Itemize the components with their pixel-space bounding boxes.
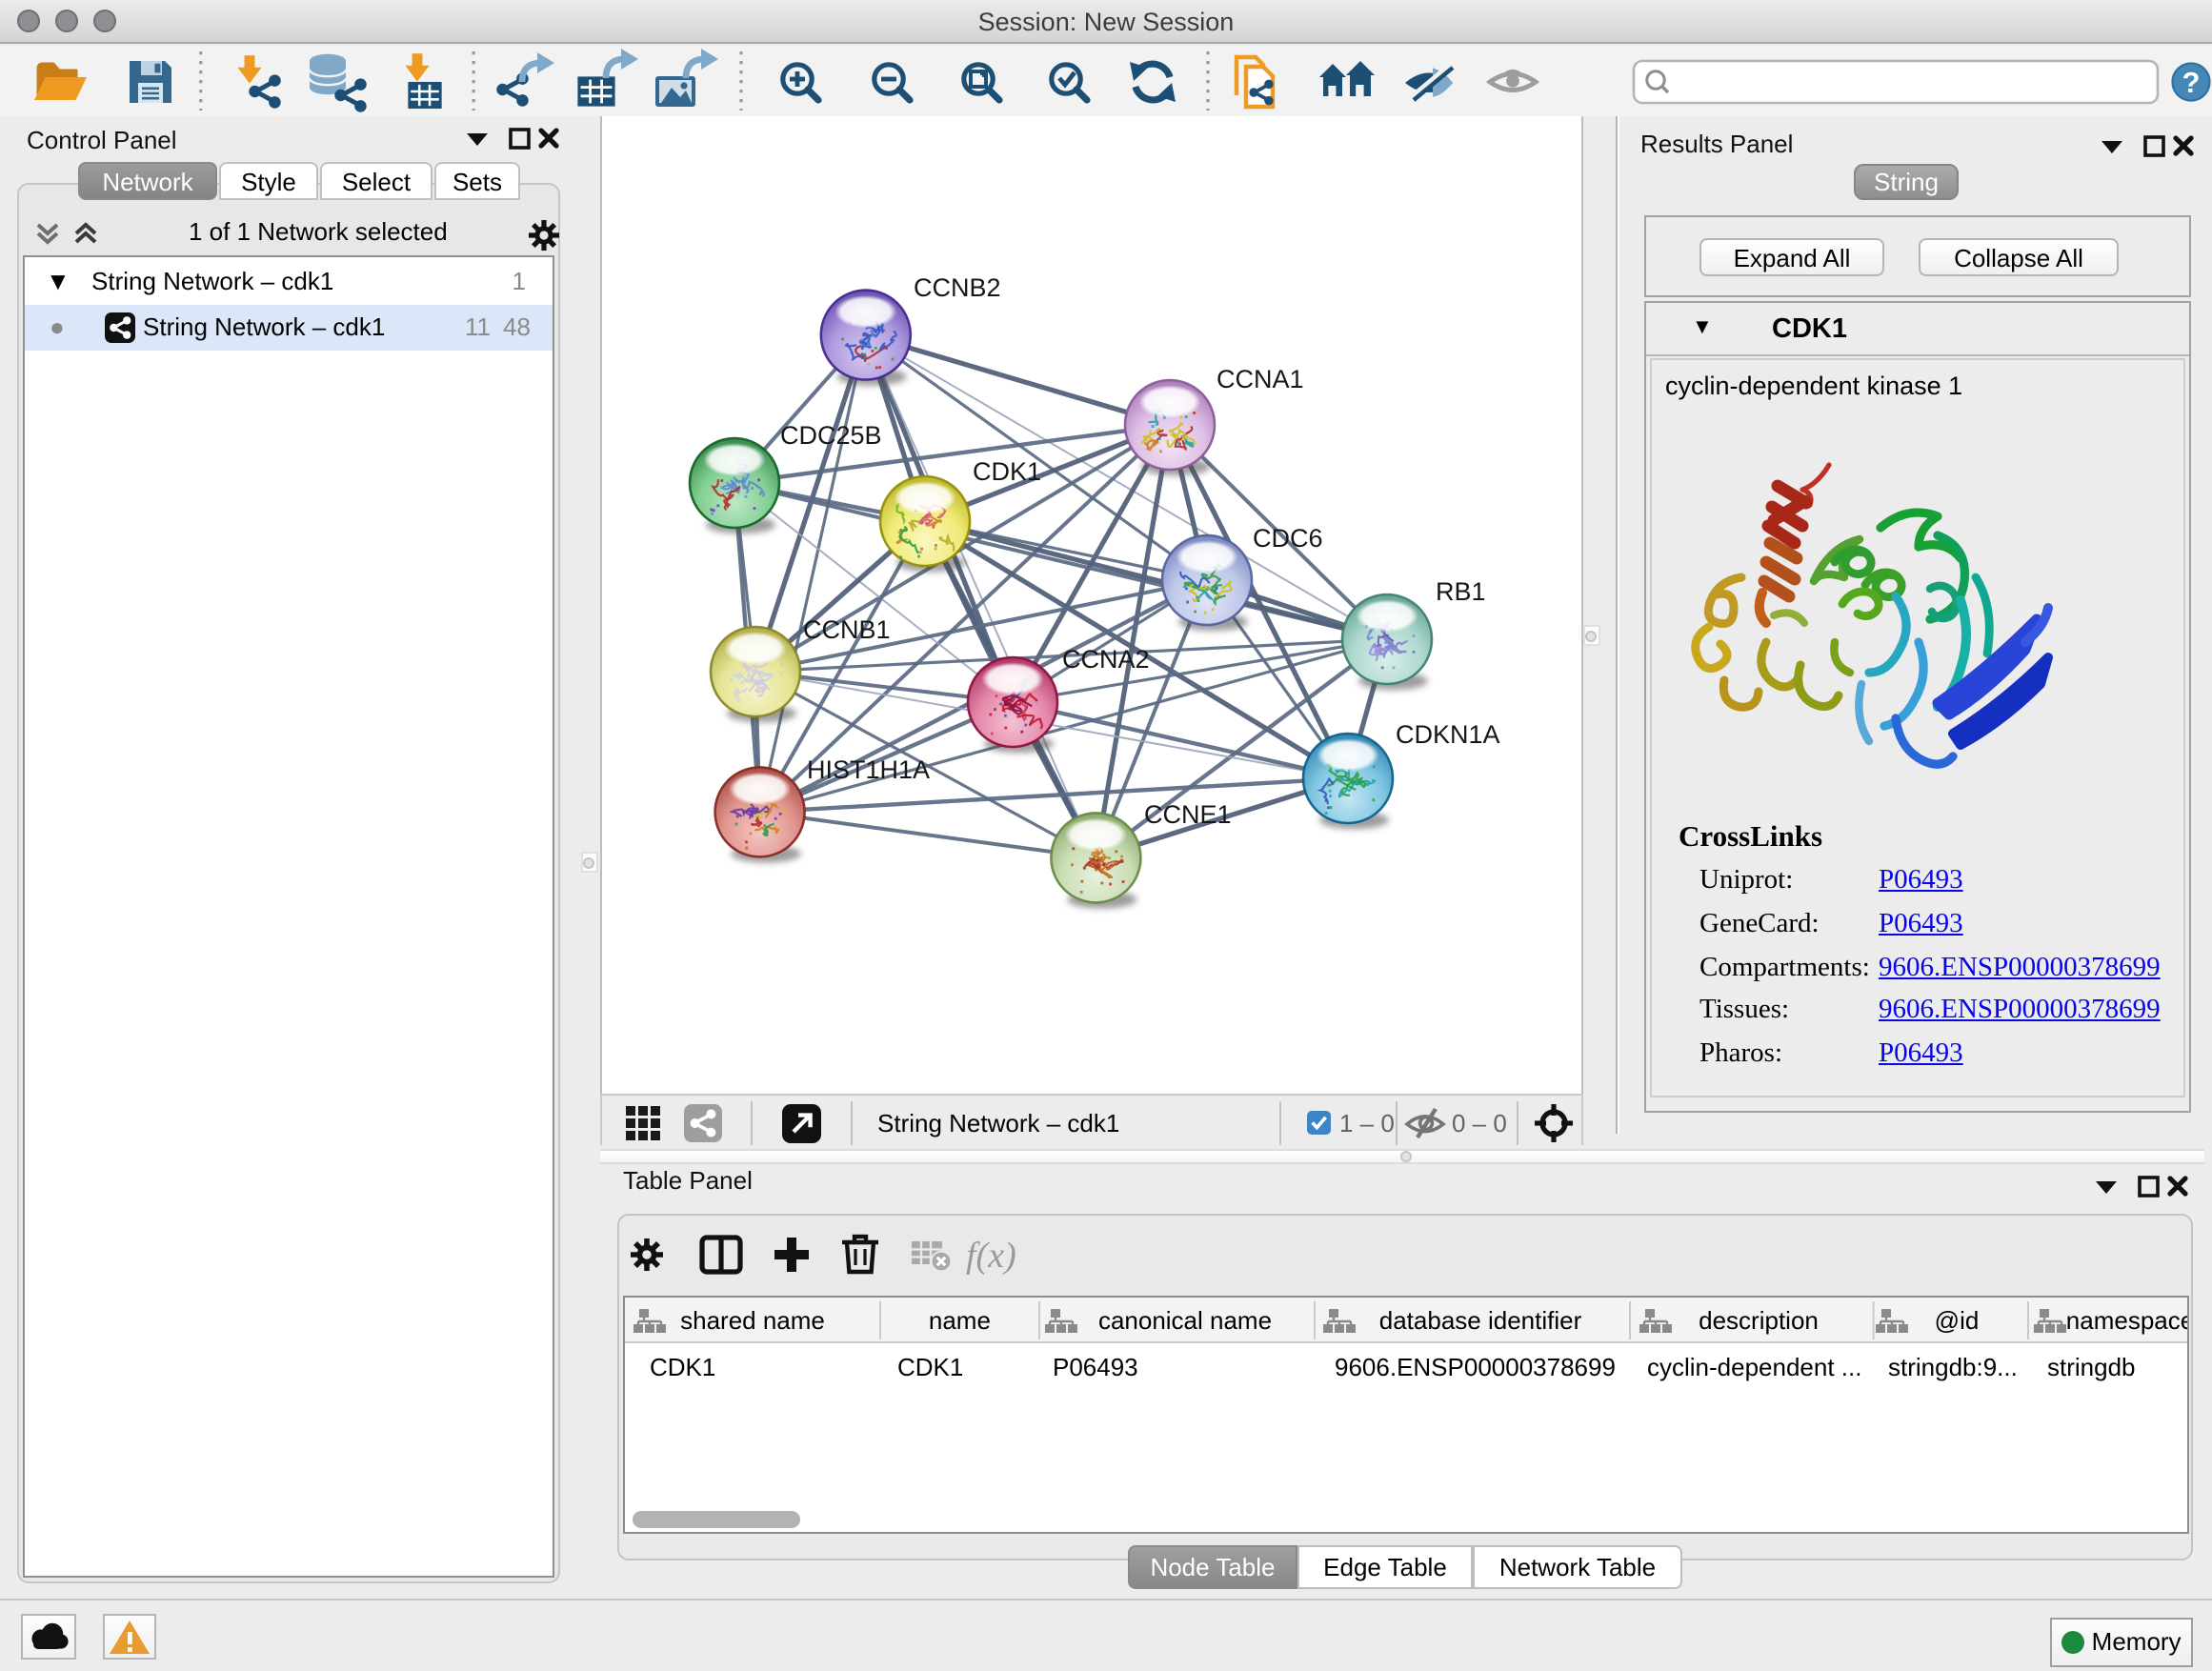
svg-text:database identifier: database identifier — [1379, 1306, 1582, 1335]
svg-text:stringdb:9...: stringdb:9... — [1888, 1353, 2018, 1381]
svg-text:CDK1: CDK1 — [650, 1353, 715, 1381]
svg-text:description: description — [1699, 1306, 1819, 1335]
svg-text:@id: @id — [1935, 1306, 1980, 1335]
svg-text:CCNE1: CCNE1 — [1143, 800, 1231, 829]
svg-text:canonical name: canonical name — [1098, 1306, 1272, 1335]
svg-text:namespace: namespace — [2066, 1306, 2187, 1335]
svg-text:CCNA1: CCNA1 — [1216, 365, 1303, 393]
svg-text:shared name: shared name — [680, 1306, 825, 1335]
svg-text:CCNB1: CCNB1 — [802, 615, 890, 644]
svg-text:name: name — [929, 1306, 991, 1335]
svg-text:f(x): f(x) — [965, 1236, 1016, 1276]
svg-text:P06493: P06493 — [1053, 1353, 1138, 1381]
svg-text:CDKN1A: CDKN1A — [1395, 720, 1499, 749]
svg-text:RB1: RB1 — [1435, 577, 1485, 606]
svg-text:CCNA2: CCNA2 — [1061, 645, 1149, 674]
svg-text:CDC6: CDC6 — [1252, 524, 1322, 553]
svg-text:String Network – cdk1: String Network – cdk1 — [876, 1109, 1118, 1137]
svg-text:CDK1: CDK1 — [972, 457, 1040, 486]
svg-text:cyclin-dependent ...: cyclin-dependent ... — [1647, 1353, 1861, 1381]
svg-text:stringdb: stringdb — [2047, 1353, 2136, 1381]
svg-text:CDC25B: CDC25B — [779, 421, 881, 450]
svg-text:0 – 0: 0 – 0 — [1451, 1109, 1506, 1137]
svg-text:CDK1: CDK1 — [897, 1353, 963, 1381]
svg-text:CCNB2: CCNB2 — [913, 273, 1000, 302]
svg-text:9606.ENSP00000378699: 9606.ENSP00000378699 — [1335, 1353, 1616, 1381]
svg-text:HIST1H1A: HIST1H1A — [806, 755, 929, 784]
svg-text:?: ? — [2182, 66, 2201, 99]
svg-text:1 – 0: 1 – 0 — [1338, 1109, 1394, 1137]
